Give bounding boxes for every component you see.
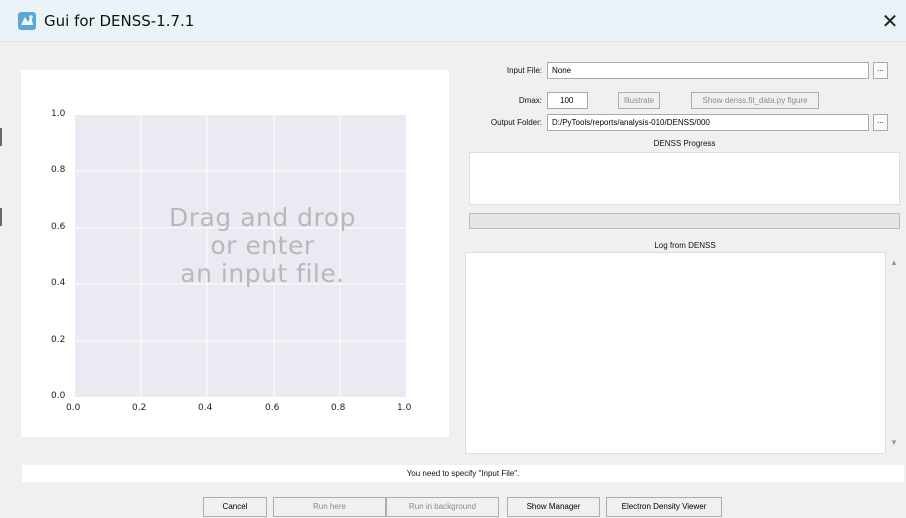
dmax-field[interactable]: 100 bbox=[547, 92, 588, 109]
browse-input-button[interactable]: ... bbox=[873, 62, 888, 79]
y-tick-label: 0.6 bbox=[51, 222, 66, 232]
log-title: Log from DENSS bbox=[654, 241, 716, 250]
y-tick-label: 0.0 bbox=[51, 391, 66, 401]
drag-drop-placeholder: Drag and drop or enter an input file. bbox=[75, 204, 450, 288]
x-tick-label: 1.0 bbox=[397, 403, 412, 413]
output-folder-field[interactable]: D:/PyTools/reports/analysis-010/DENSS/00… bbox=[547, 114, 869, 131]
scroll-up-icon[interactable]: ▲ bbox=[890, 258, 898, 267]
show-manager-button[interactable]: Show Manager bbox=[507, 497, 600, 517]
progress-bar bbox=[469, 213, 900, 229]
input-file-label: Input File: bbox=[506, 66, 542, 75]
window-edge-mark bbox=[0, 208, 2, 226]
placeholder-line: an input file. bbox=[180, 259, 345, 288]
electron-density-viewer-button[interactable]: Electron Density Viewer bbox=[606, 497, 722, 517]
y-tick-label: 0.2 bbox=[51, 335, 66, 345]
progress-output bbox=[469, 152, 900, 205]
x-tick-label: 0.6 bbox=[265, 403, 280, 413]
x-tick-label: 0.8 bbox=[331, 403, 346, 413]
window-title: Gui for DENSS-1.7.1 bbox=[44, 12, 195, 30]
x-tick-label: 0.2 bbox=[132, 403, 147, 413]
window-edge-mark bbox=[0, 128, 2, 146]
run-here-button[interactable]: Run here bbox=[273, 497, 386, 517]
denss-app-icon bbox=[18, 12, 36, 30]
output-folder-label: Output Folder: bbox=[490, 118, 542, 127]
show-fit-figure-button[interactable]: Show denss.fit_data.py figure bbox=[691, 92, 819, 109]
status-message: You need to specify "Input File". bbox=[22, 465, 904, 482]
input-file-field[interactable]: None bbox=[547, 62, 869, 79]
y-tick-label: 0.4 bbox=[51, 278, 66, 288]
cancel-button[interactable]: Cancel bbox=[203, 497, 267, 517]
placeholder-line: or enter bbox=[210, 231, 315, 260]
placeholder-line: Drag and drop bbox=[169, 203, 356, 232]
close-icon[interactable]: ✕ bbox=[874, 8, 906, 36]
run-background-button[interactable]: Run in background bbox=[386, 497, 499, 517]
progress-title: DENSS Progress bbox=[653, 139, 716, 148]
y-tick-label: 1.0 bbox=[51, 109, 66, 119]
plot-panel[interactable]: 1.0 0.8 0.6 0.4 0.2 0.0 0.0 0.2 0.4 0.6 … bbox=[21, 70, 449, 437]
x-tick-label: 0.4 bbox=[198, 403, 213, 413]
log-textarea[interactable] bbox=[465, 252, 886, 454]
dmax-label: Dmax: bbox=[518, 96, 542, 105]
x-tick-label: 0.0 bbox=[66, 403, 81, 413]
browse-output-button[interactable]: ... bbox=[873, 114, 888, 131]
illustrate-button[interactable]: Illustrate bbox=[618, 92, 660, 109]
y-tick-label: 0.8 bbox=[51, 165, 66, 175]
scroll-down-icon[interactable]: ▼ bbox=[890, 438, 898, 447]
title-bar: Gui for DENSS-1.7.1 ✕ bbox=[0, 0, 906, 42]
